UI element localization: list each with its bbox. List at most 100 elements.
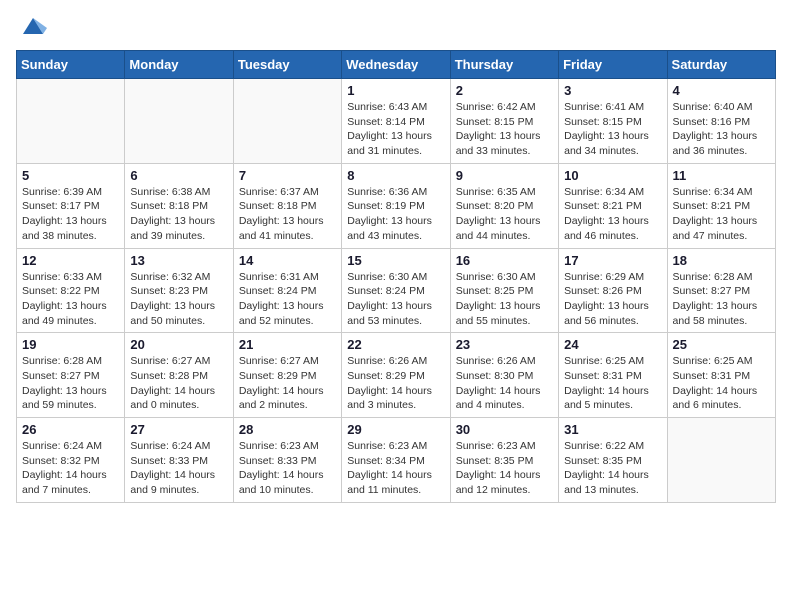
- day-info: Sunrise: 6:32 AM Sunset: 8:23 PM Dayligh…: [130, 270, 227, 329]
- calendar-week-row: 5Sunrise: 6:39 AM Sunset: 8:17 PM Daylig…: [17, 163, 776, 248]
- calendar-cell: [233, 79, 341, 164]
- day-number: 31: [564, 422, 661, 437]
- calendar-cell: 5Sunrise: 6:39 AM Sunset: 8:17 PM Daylig…: [17, 163, 125, 248]
- day-number: 8: [347, 168, 444, 183]
- logo: [16, 16, 47, 40]
- day-info: Sunrise: 6:25 AM Sunset: 8:31 PM Dayligh…: [673, 354, 770, 413]
- logo-icon: [19, 12, 47, 40]
- day-info: Sunrise: 6:23 AM Sunset: 8:33 PM Dayligh…: [239, 439, 336, 498]
- day-info: Sunrise: 6:23 AM Sunset: 8:34 PM Dayligh…: [347, 439, 444, 498]
- calendar-cell: 2Sunrise: 6:42 AM Sunset: 8:15 PM Daylig…: [450, 79, 558, 164]
- day-number: 25: [673, 337, 770, 352]
- day-info: Sunrise: 6:24 AM Sunset: 8:33 PM Dayligh…: [130, 439, 227, 498]
- calendar-cell: 20 Sunrise: 6:27 AM Sunset: 8:28 PM Dayli…: [125, 333, 233, 418]
- day-number: 13: [130, 253, 227, 268]
- day-info: Sunrise: 6:27 AM Sunset: 8:28 PM Dayligh…: [130, 354, 227, 413]
- calendar-cell: 13 Sunrise: 6:32 AM Sunset: 8:23 PM Dayli…: [125, 248, 233, 333]
- day-info: Sunrise: 6:33 AM Sunset: 8:22 PM Dayligh…: [22, 270, 119, 329]
- calendar-table: SundayMondayTuesdayWednesdayThursdayFrid…: [16, 50, 776, 503]
- calendar-cell: 17Sunrise: 6:29 AM Sunset: 8:26 PM Dayli…: [559, 248, 667, 333]
- calendar-cell: 9Sunrise: 6:35 AM Sunset: 8:20 PM Daylig…: [450, 163, 558, 248]
- day-info: Sunrise: 6:43 AM Sunset: 8:14 PM Dayligh…: [347, 100, 444, 159]
- day-info: Sunrise: 6:24 AM Sunset: 8:32 PM Dayligh…: [22, 439, 119, 498]
- day-number: 3: [564, 83, 661, 98]
- calendar-cell: 21 Sunrise: 6:27 AM Sunset: 8:29 PM Dayli…: [233, 333, 341, 418]
- day-info: Sunrise: 6:30 AM Sunset: 8:25 PM Dayligh…: [456, 270, 553, 329]
- calendar-cell: 8 Sunrise: 6:36 AM Sunset: 8:19 PM Daylig…: [342, 163, 450, 248]
- day-info: Sunrise: 6:28 AM Sunset: 8:27 PM Dayligh…: [22, 354, 119, 413]
- calendar-cell: 30 Sunrise: 6:23 AM Sunset: 8:35 PM Dayli…: [450, 418, 558, 503]
- day-number: 30: [456, 422, 553, 437]
- day-number: 15: [347, 253, 444, 268]
- day-info: Sunrise: 6:26 AM Sunset: 8:29 PM Dayligh…: [347, 354, 444, 413]
- day-info: Sunrise: 6:22 AM Sunset: 8:35 PM Dayligh…: [564, 439, 661, 498]
- calendar-week-row: 26 Sunrise: 6:24 AM Sunset: 8:32 PM Dayli…: [17, 418, 776, 503]
- calendar-header-row: SundayMondayTuesdayWednesdayThursdayFrid…: [17, 51, 776, 79]
- day-number: 21: [239, 337, 336, 352]
- weekday-header: Wednesday: [342, 51, 450, 79]
- day-info: Sunrise: 6:40 AM Sunset: 8:16 PM Dayligh…: [673, 100, 770, 159]
- day-number: 19: [22, 337, 119, 352]
- day-number: 12: [22, 253, 119, 268]
- day-info: Sunrise: 6:25 AM Sunset: 8:31 PM Dayligh…: [564, 354, 661, 413]
- calendar-week-row: 12 Sunrise: 6:33 AM Sunset: 8:22 PM Dayli…: [17, 248, 776, 333]
- calendar-cell: 14 Sunrise: 6:31 AM Sunset: 8:24 PM Dayli…: [233, 248, 341, 333]
- day-info: Sunrise: 6:27 AM Sunset: 8:29 PM Dayligh…: [239, 354, 336, 413]
- day-info: Sunrise: 6:30 AM Sunset: 8:24 PM Dayligh…: [347, 270, 444, 329]
- day-info: Sunrise: 6:26 AM Sunset: 8:30 PM Dayligh…: [456, 354, 553, 413]
- weekday-header: Saturday: [667, 51, 775, 79]
- calendar-cell: 28 Sunrise: 6:23 AM Sunset: 8:33 PM Dayli…: [233, 418, 341, 503]
- calendar-cell: 6Sunrise: 6:38 AM Sunset: 8:18 PM Daylig…: [125, 163, 233, 248]
- day-number: 27: [130, 422, 227, 437]
- calendar-week-row: 19 Sunrise: 6:28 AM Sunset: 8:27 PM Dayli…: [17, 333, 776, 418]
- calendar-cell: 7 Sunrise: 6:37 AM Sunset: 8:18 PM Daylig…: [233, 163, 341, 248]
- day-number: 20: [130, 337, 227, 352]
- calendar-cell: 26 Sunrise: 6:24 AM Sunset: 8:32 PM Dayli…: [17, 418, 125, 503]
- calendar-cell: 15 Sunrise: 6:30 AM Sunset: 8:24 PM Dayli…: [342, 248, 450, 333]
- day-number: 1: [347, 83, 444, 98]
- day-info: Sunrise: 6:29 AM Sunset: 8:26 PM Dayligh…: [564, 270, 661, 329]
- calendar-cell: 18 Sunrise: 6:28 AM Sunset: 8:27 PM Dayli…: [667, 248, 775, 333]
- calendar-cell: 22 Sunrise: 6:26 AM Sunset: 8:29 PM Dayli…: [342, 333, 450, 418]
- calendar-cell: [667, 418, 775, 503]
- page-header: [16, 16, 776, 40]
- calendar-cell: 10 Sunrise: 6:34 AM Sunset: 8:21 PM Dayli…: [559, 163, 667, 248]
- day-info: Sunrise: 6:34 AM Sunset: 8:21 PM Dayligh…: [673, 185, 770, 244]
- day-number: 26: [22, 422, 119, 437]
- calendar-cell: [17, 79, 125, 164]
- day-info: Sunrise: 6:37 AM Sunset: 8:18 PM Dayligh…: [239, 185, 336, 244]
- day-number: 7: [239, 168, 336, 183]
- day-number: 24: [564, 337, 661, 352]
- day-info: Sunrise: 6:36 AM Sunset: 8:19 PM Dayligh…: [347, 185, 444, 244]
- day-info: Sunrise: 6:31 AM Sunset: 8:24 PM Dayligh…: [239, 270, 336, 329]
- day-number: 4: [673, 83, 770, 98]
- calendar-cell: 23Sunrise: 6:26 AM Sunset: 8:30 PM Dayli…: [450, 333, 558, 418]
- day-info: Sunrise: 6:28 AM Sunset: 8:27 PM Dayligh…: [673, 270, 770, 329]
- calendar-cell: [125, 79, 233, 164]
- weekday-header: Monday: [125, 51, 233, 79]
- day-number: 11: [673, 168, 770, 183]
- calendar-cell: 25 Sunrise: 6:25 AM Sunset: 8:31 PM Dayli…: [667, 333, 775, 418]
- weekday-header: Thursday: [450, 51, 558, 79]
- weekday-header: Friday: [559, 51, 667, 79]
- day-number: 18: [673, 253, 770, 268]
- day-number: 10: [564, 168, 661, 183]
- day-number: 6: [130, 168, 227, 183]
- day-number: 22: [347, 337, 444, 352]
- day-number: 14: [239, 253, 336, 268]
- day-info: Sunrise: 6:39 AM Sunset: 8:17 PM Dayligh…: [22, 185, 119, 244]
- calendar-cell: 27 Sunrise: 6:24 AM Sunset: 8:33 PM Dayli…: [125, 418, 233, 503]
- day-info: Sunrise: 6:35 AM Sunset: 8:20 PM Dayligh…: [456, 185, 553, 244]
- calendar-cell: 31 Sunrise: 6:22 AM Sunset: 8:35 PM Dayli…: [559, 418, 667, 503]
- calendar-cell: 24 Sunrise: 6:25 AM Sunset: 8:31 PM Dayli…: [559, 333, 667, 418]
- day-number: 28: [239, 422, 336, 437]
- day-info: Sunrise: 6:34 AM Sunset: 8:21 PM Dayligh…: [564, 185, 661, 244]
- day-info: Sunrise: 6:23 AM Sunset: 8:35 PM Dayligh…: [456, 439, 553, 498]
- day-number: 2: [456, 83, 553, 98]
- calendar-cell: 1 Sunrise: 6:43 AM Sunset: 8:14 PM Daylig…: [342, 79, 450, 164]
- calendar-cell: 12 Sunrise: 6:33 AM Sunset: 8:22 PM Dayli…: [17, 248, 125, 333]
- calendar-cell: 29Sunrise: 6:23 AM Sunset: 8:34 PM Dayli…: [342, 418, 450, 503]
- day-number: 16: [456, 253, 553, 268]
- calendar-week-row: 1 Sunrise: 6:43 AM Sunset: 8:14 PM Daylig…: [17, 79, 776, 164]
- calendar-cell: 4 Sunrise: 6:40 AM Sunset: 8:16 PM Daylig…: [667, 79, 775, 164]
